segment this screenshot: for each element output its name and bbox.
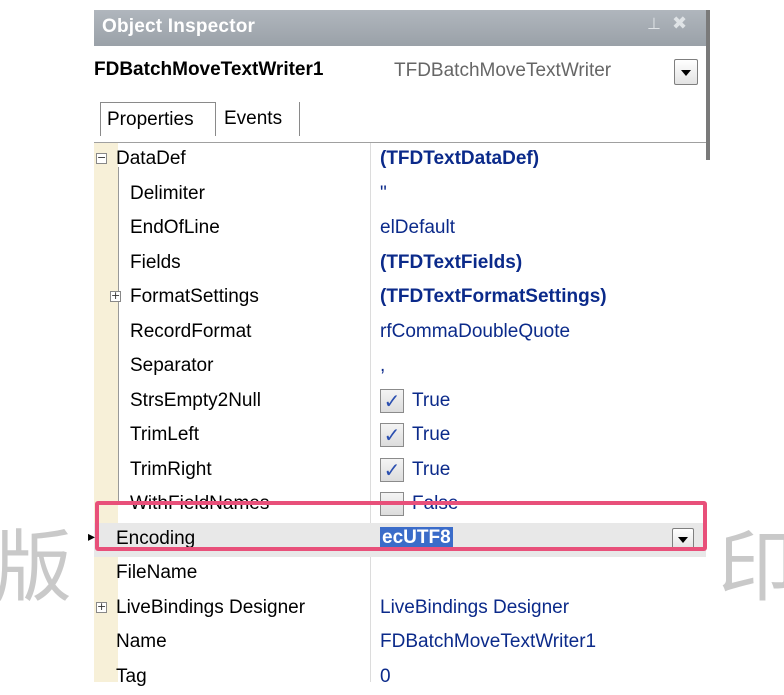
vertical-scrollbar[interactable] [706, 10, 710, 160]
property-value[interactable]: LiveBindings Designer [380, 597, 569, 619]
property-name: TrimRight [130, 458, 212, 480]
watermark-right: 印 [718, 523, 784, 613]
property-row-delimiter[interactable]: Delimiter " [94, 178, 706, 212]
property-row-strsempty2null[interactable]: StrsEmpty2Null ✓ True [94, 385, 706, 419]
property-name: FormatSettings [130, 286, 259, 307]
tab-properties[interactable]: Properties [100, 102, 216, 136]
component-dropdown-button[interactable] [674, 59, 698, 85]
property-name: RecordFormat [130, 320, 252, 342]
current-row-arrow-icon: ▸ [88, 528, 96, 545]
property-row-tag[interactable]: Tag 0 [94, 661, 706, 695]
encoding-value[interactable]: ecUTF8 [380, 526, 453, 549]
inspector-title: Object Inspector [102, 16, 256, 37]
property-row-fields[interactable]: Fields (TFDTextFields) [94, 247, 706, 281]
property-checkbox[interactable]: ✓ [380, 423, 404, 447]
encoding-dropdown-button[interactable] [672, 527, 694, 550]
property-name: Separator [130, 355, 214, 376]
property-value[interactable]: (TFDTextFields) [380, 252, 522, 274]
property-value[interactable]: , [380, 355, 385, 377]
property-row-livebindings-designer[interactable]: + LiveBindings Designer LiveBindings Desig… [94, 592, 706, 626]
property-name: EndOfLine [130, 217, 220, 238]
property-name: WithFieldNames [130, 493, 270, 514]
object-inspector-panel: Object Inspector ⊥ ✖ FDBatchMoveTextWrit… [88, 10, 706, 687]
property-value[interactable]: " [380, 183, 387, 205]
property-name: Delimiter [130, 182, 205, 204]
collapse-icon[interactable]: − [96, 152, 107, 164]
property-row-filename[interactable]: FileName [94, 557, 706, 591]
property-checkbox[interactable]: ✓ [380, 457, 404, 482]
property-value[interactable]: elDefault [380, 217, 455, 239]
property-row-trimleft[interactable]: TrimLeft ✓ True [94, 419, 706, 453]
watermark-left: 版 [0, 523, 73, 613]
property-row-separator[interactable]: Separator, [94, 350, 706, 384]
property-name: StrsEmpty2Null [130, 389, 261, 411]
property-row-trimright[interactable]: TrimRight ✓ True [94, 454, 706, 488]
property-name: DataDef [116, 148, 186, 169]
property-row-recordformat[interactable]: RecordFormat rfCommaDoubleQuote [94, 316, 706, 350]
property-value[interactable]: (TFDTextDataDef) [380, 148, 539, 170]
property-row-encoding[interactable]: ▸ Encoding ecUTF8 [88, 522, 706, 557]
pin-icon[interactable]: ⊥ [647, 14, 661, 33]
property-name: Tag [116, 665, 147, 687]
property-name: TrimLeft [130, 424, 199, 445]
close-icon[interactable]: ✖ [672, 13, 687, 34]
property-row-withfieldnames[interactable]: WithFieldNames False [94, 488, 706, 522]
component-type: TFDBatchMoveTextWriter [394, 60, 612, 81]
property-name: LiveBindings Designer [116, 596, 306, 618]
inspector-tabs: Properties Events [94, 96, 706, 143]
inspector-titlebar: Object Inspector ⊥ ✖ [94, 10, 706, 46]
property-value: False [412, 493, 459, 514]
component-name: FDBatchMoveTextWriter1 [94, 59, 324, 80]
property-value[interactable]: FDBatchMoveTextWriter1 [380, 631, 596, 653]
property-row-name[interactable]: Name FDBatchMoveTextWriter1 [94, 626, 706, 660]
property-value[interactable]: rfCommaDoubleQuote [380, 321, 570, 343]
property-name: Encoding [116, 527, 196, 549]
expand-icon[interactable]: + [110, 290, 121, 302]
property-row-datadef[interactable]: − DataDef (TFDTextDataDef) [94, 143, 706, 177]
tab-events[interactable]: Events [220, 102, 300, 136]
component-selector[interactable]: FDBatchMoveTextWriter1 TFDBatchMoveTextW… [94, 50, 706, 90]
property-value[interactable]: 0 [380, 666, 391, 688]
property-row-endofline[interactable]: EndOfLine elDefault [94, 212, 706, 246]
expand-icon[interactable]: + [96, 601, 107, 613]
property-value[interactable]: (TFDTextFormatSettings) [380, 286, 607, 308]
property-value: True [412, 424, 451, 445]
property-checkbox[interactable]: ✓ [380, 388, 404, 413]
property-name: Name [116, 631, 167, 652]
property-row-formatsettings[interactable]: + FormatSettings (TFDTextFormatSettings) [94, 281, 706, 315]
property-value: True [412, 458, 451, 480]
property-name: FileName [116, 562, 198, 583]
property-value: True [412, 389, 451, 411]
property-checkbox[interactable] [380, 492, 404, 516]
property-name: Fields [130, 251, 181, 273]
